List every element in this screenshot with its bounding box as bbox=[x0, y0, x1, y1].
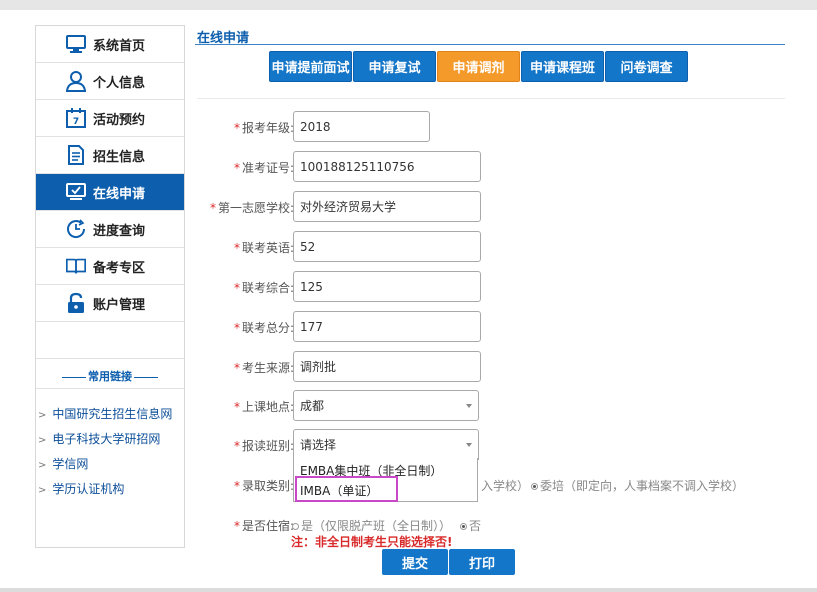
tab-retest[interactable]: 申请复试 bbox=[353, 51, 436, 82]
sidebar-item-label: 备考专区 bbox=[93, 260, 146, 276]
top-strip bbox=[0, 0, 817, 10]
label-exam-no: * 准考证号: bbox=[234, 161, 295, 175]
label-english: * 联考英语: bbox=[234, 241, 295, 255]
content-divider bbox=[197, 98, 785, 99]
sidebar-item-admission-info[interactable]: 招生信息 bbox=[36, 137, 184, 174]
calendar-icon: 7 bbox=[65, 107, 87, 129]
tab-early-interview[interactable]: 申请提前面试 bbox=[269, 51, 352, 82]
label-first-choice: * 第一志愿学校: bbox=[210, 201, 295, 215]
label-class-type: * 报读班别: bbox=[234, 439, 295, 453]
bottom-strip bbox=[0, 588, 817, 592]
label-year: * 报考年级: bbox=[234, 121, 295, 135]
link-chsi-yz[interactable]: > 中国研究生招生信息网 bbox=[38, 405, 172, 422]
chevron-right-icon: > bbox=[38, 485, 47, 496]
year-field[interactable] bbox=[293, 111, 430, 142]
sidebar-item-exam-prep[interactable]: 备考专区 bbox=[36, 248, 184, 285]
chevron-down-icon bbox=[466, 404, 472, 408]
monitor-icon bbox=[65, 33, 87, 55]
tab-course-class[interactable]: 申请课程班 bbox=[521, 51, 604, 82]
chevron-right-icon: > bbox=[38, 410, 47, 421]
sidebar-item-label: 在线申请 bbox=[93, 186, 146, 202]
sidebar-item-profile[interactable]: 个人信息 bbox=[36, 63, 184, 100]
sidebar-item-booking[interactable]: 7 活动预约 bbox=[36, 100, 184, 137]
sidebar-item-label: 招生信息 bbox=[93, 149, 146, 165]
tab-survey[interactable]: 问卷调查 bbox=[605, 51, 688, 82]
sidebar-item-home[interactable]: 系统首页 bbox=[36, 26, 184, 63]
sidebar-item-label: 个人信息 bbox=[93, 75, 146, 91]
label-location: * 上课地点: bbox=[234, 400, 295, 414]
note-text: 注：非全日制考生只能选择否! bbox=[291, 535, 453, 549]
links-divider bbox=[36, 388, 184, 389]
radio-icon[interactable] bbox=[292, 523, 299, 530]
print-button[interactable]: 打印 bbox=[449, 549, 515, 575]
label-admission-type: * 录取类别: bbox=[234, 479, 295, 493]
sidebar-item-account[interactable]: 账户管理 bbox=[36, 285, 184, 322]
sidebar-blank-row bbox=[36, 322, 184, 359]
book-icon bbox=[65, 255, 87, 277]
english-score-field[interactable] bbox=[293, 231, 481, 262]
admission-option-b[interactable]: 委培（即定向，人事档案不调入学校） bbox=[531, 477, 744, 494]
sidebar-item-online-apply[interactable]: 在线申请 bbox=[36, 174, 184, 211]
boarding-no-option[interactable]: 否 bbox=[460, 517, 481, 534]
link-uestc-yz[interactable]: > 电子科技大学研招网 bbox=[38, 430, 160, 447]
submit-button[interactable]: 提交 bbox=[382, 549, 448, 575]
candidate-source-field[interactable] bbox=[293, 351, 481, 382]
user-icon bbox=[65, 70, 87, 92]
links-title: 常用链接 bbox=[36, 368, 184, 384]
radio-selected-icon[interactable] bbox=[460, 523, 467, 530]
link-degree-cert[interactable]: > 学历认证机构 bbox=[38, 480, 124, 497]
boarding-yes-option[interactable]: 是（仅限脱产班（全日制）） bbox=[292, 517, 451, 534]
label-source: * 考生来源: bbox=[234, 361, 295, 375]
highlight-box bbox=[295, 476, 398, 502]
sidebar-item-progress[interactable]: 进度查询 bbox=[36, 211, 184, 248]
sidebar-item-label: 活动预约 bbox=[93, 112, 146, 128]
class-type-select[interactable]: 请选择 bbox=[293, 429, 479, 460]
chevron-down-icon bbox=[466, 443, 472, 447]
progress-clock-icon bbox=[65, 218, 87, 240]
label-total: * 联考总分: bbox=[234, 321, 295, 335]
chevron-right-icon: > bbox=[38, 460, 47, 471]
class-location-select[interactable]: 成都 bbox=[293, 390, 479, 421]
document-icon bbox=[65, 144, 87, 166]
exam-number-field[interactable] bbox=[293, 151, 481, 182]
total-score-field[interactable] bbox=[293, 311, 481, 342]
tab-transfer[interactable]: 申请调剂 bbox=[437, 51, 520, 82]
apply-screen-icon bbox=[65, 181, 87, 203]
link-chsi[interactable]: > 学信网 bbox=[38, 455, 88, 472]
sidebar: 系统首页 个人信息 7 活动预约 招生信息 在线申请 进度查询 备考专区 账户管… bbox=[35, 25, 185, 548]
comprehensive-score-field[interactable] bbox=[293, 271, 481, 302]
chevron-right-icon: > bbox=[38, 435, 47, 446]
first-choice-school-field[interactable] bbox=[293, 191, 481, 222]
lock-icon bbox=[65, 292, 87, 314]
label-boarding: * 是否住宿: bbox=[234, 519, 295, 533]
svg-text:7: 7 bbox=[73, 117, 79, 127]
title-underline bbox=[195, 44, 785, 45]
sidebar-item-label: 账户管理 bbox=[93, 297, 146, 313]
label-comprehensive: * 联考综合: bbox=[234, 281, 295, 295]
sidebar-item-label: 进度查询 bbox=[93, 223, 146, 239]
admission-option-a-text: 入学校） bbox=[481, 479, 530, 493]
radio-selected-icon[interactable] bbox=[531, 483, 538, 490]
sidebar-item-label: 系统首页 bbox=[93, 38, 146, 54]
